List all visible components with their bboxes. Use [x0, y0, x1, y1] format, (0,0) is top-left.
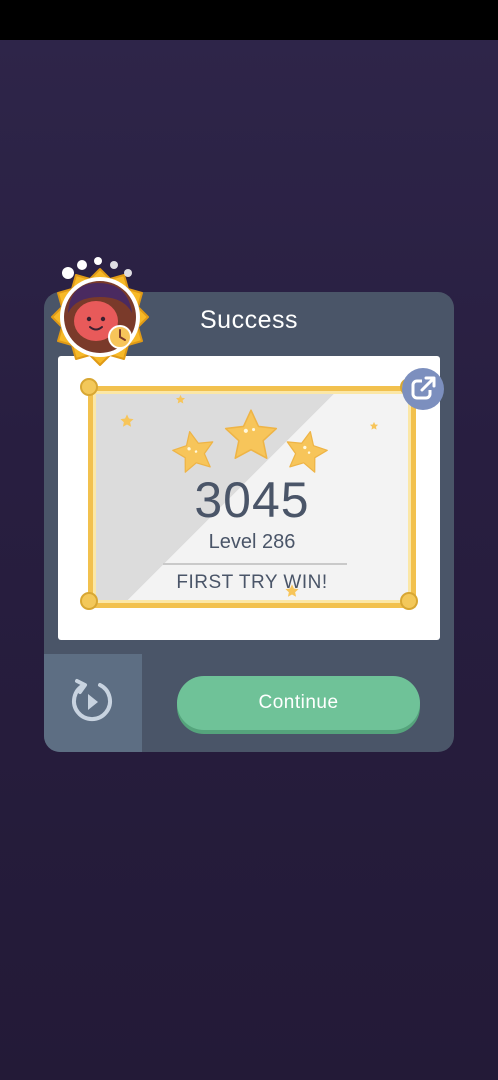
retry-button[interactable]	[44, 654, 142, 752]
status-bar	[0, 0, 498, 40]
replay-icon	[72, 679, 112, 722]
action-bar: Continue	[44, 654, 454, 752]
sparkle-star-icon	[369, 421, 379, 430]
share-button[interactable]	[402, 368, 444, 410]
frame-corner	[80, 592, 98, 610]
certificate-frame: 3045 Level 286 FIRST TRY WIN!	[88, 386, 416, 608]
rating-star-icon	[224, 409, 278, 459]
score-value: 3045	[194, 472, 310, 528]
divider	[163, 563, 347, 565]
sparkle-star-icon	[120, 414, 134, 427]
continue-button[interactable]: Continue	[177, 676, 420, 730]
frame-corner	[80, 378, 98, 396]
sparkle-star-icon	[176, 394, 185, 404]
result-label: FIRST TRY WIN!	[176, 572, 328, 593]
frame-corner	[400, 592, 418, 610]
score-card: 3045 Level 286 FIRST TRY WIN!	[58, 356, 444, 640]
level-label: Level 286	[208, 531, 296, 553]
share-external-icon	[411, 376, 436, 400]
avatar-badge	[51, 257, 149, 366]
